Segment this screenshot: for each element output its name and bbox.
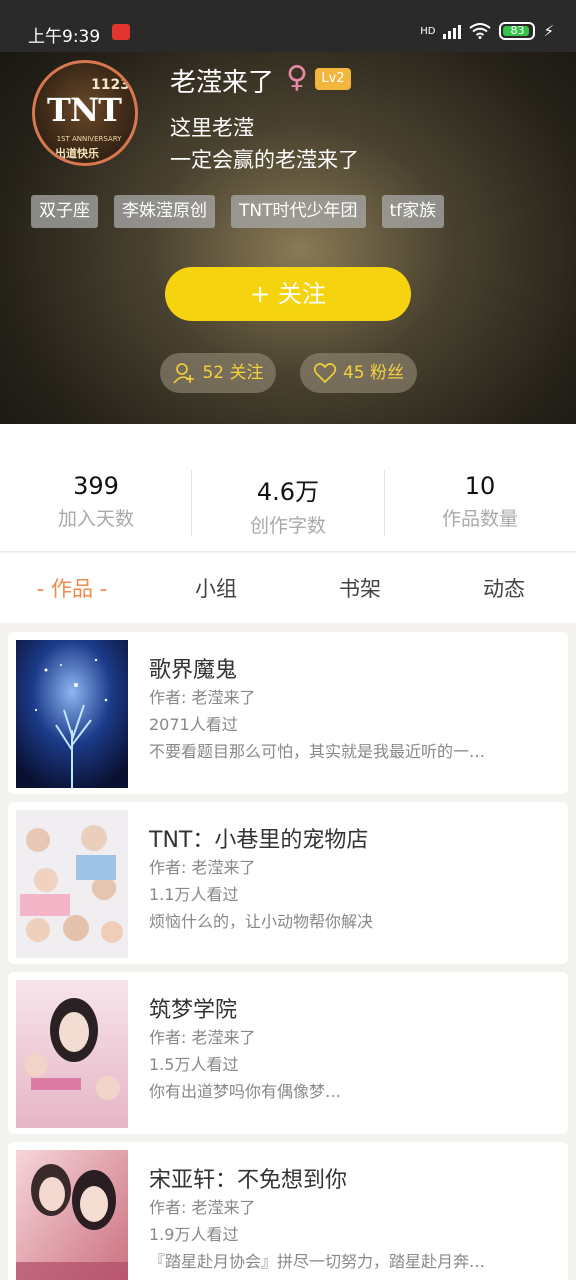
stat-label: 加入天数 — [57, 508, 134, 530]
tag[interactable]: TNT时代少年团 — [231, 195, 366, 228]
status-time: 上午9:39 — [28, 27, 101, 47]
work-author: 作者: 老滢来了 — [149, 1198, 256, 1217]
following-count-button[interactable]: 52 关注 — [160, 353, 276, 393]
work-author: 作者: 老滢来了 — [149, 858, 256, 877]
stat-works-count: 10 作品数量 — [384, 472, 576, 531]
battery-icon: 83 — [499, 22, 536, 40]
fans-count: 45 粉丝 — [342, 363, 405, 383]
app-notification-icon — [112, 24, 130, 40]
tab-works[interactable]: - 作品 - — [0, 573, 144, 603]
work-item[interactable]: 歌界魔鬼 作者: 老滢来了 2071人看过 不要看题目那么可怕，其实就是我最近听… — [8, 632, 568, 794]
fans-count-button[interactable]: 45 粉丝 — [300, 353, 417, 393]
work-views: 2071人看过 — [149, 715, 238, 734]
stat-word-count: 4.6万 创作字数 — [192, 472, 384, 538]
avatar[interactable]: 1123 TNT 1ST ANNIVERSARY 出道快乐 — [32, 60, 138, 166]
work-desc: 你有出道梦吗你有偶像梦… — [149, 1082, 342, 1101]
stat-label: 创作字数 — [249, 515, 326, 537]
work-author: 作者: 老滢来了 — [149, 1028, 256, 1047]
tag[interactable]: 双子座 — [31, 195, 98, 228]
work-views: 1.9万人看过 — [149, 1225, 239, 1244]
tab-groups[interactable]: 小组 — [144, 573, 288, 603]
work-title: TNT：小巷里的宠物店 — [149, 828, 369, 853]
bio-line-1: 这里老滢 — [170, 116, 254, 140]
user-name: 老滢来了 — [170, 68, 275, 98]
work-item[interactable]: TNT：小巷里的宠物店 作者: 老滢来了 1.1万人看过 烦恼什么的，让小动物帮… — [8, 802, 568, 964]
follow-button[interactable]: + 关注 — [165, 267, 411, 321]
cover-image — [16, 810, 128, 958]
work-views: 1.1万人看过 — [149, 885, 239, 904]
cover-image — [16, 640, 128, 788]
heart-icon — [313, 363, 337, 384]
stat-label: 作品数量 — [441, 508, 518, 530]
add-user-icon — [173, 363, 195, 384]
stat-value: 399 — [73, 472, 119, 500]
tag-list: 双子座 李姝滢原创 TNT时代少年团 tf家族 — [31, 195, 445, 228]
stat-value: 4.6万 — [256, 478, 320, 506]
avatar-caption: 出道快乐 — [55, 147, 99, 160]
stat-divider — [191, 470, 192, 536]
hd-label: HD — [420, 25, 436, 37]
work-views: 1.5万人看过 — [149, 1055, 239, 1074]
work-item[interactable]: 宋亚轩：不免想到你 作者: 老滢来了 1.9万人看过 『踏星赴月协会』拼尽一切努… — [8, 1142, 568, 1280]
level-badge: Lv2 — [315, 68, 351, 90]
tab-bar: - 作品 - 小组 书架 动态 — [0, 553, 576, 623]
tag[interactable]: tf家族 — [381, 195, 445, 228]
wifi-icon — [469, 23, 492, 39]
signal-icon — [443, 23, 462, 39]
tab-activity[interactable]: 动态 — [432, 573, 576, 603]
status-bar: 上午9:39 HD 83 ⚡ — [0, 0, 576, 52]
work-item[interactable]: 筑梦学院 作者: 老滢来了 1.5万人看过 你有出道梦吗你有偶像梦… — [8, 972, 568, 1134]
avatar-logo: TNT — [47, 91, 122, 129]
stat-value: 10 — [464, 472, 496, 500]
tag[interactable]: 李姝滢原创 — [114, 195, 215, 228]
profile-header: 上午9:39 HD 83 ⚡ 1123 TNT 1ST ANNIVERSARY … — [0, 0, 576, 424]
work-title: 筑梦学院 — [149, 998, 238, 1023]
work-author: 作者: 老滢来了 — [149, 688, 256, 707]
stats-bar: 399 加入天数 4.6万 创作字数 10 作品数量 — [0, 424, 576, 552]
status-icons: HD 83 ⚡ — [420, 22, 554, 40]
work-title: 歌界魔鬼 — [149, 658, 238, 683]
cover-image — [16, 1150, 128, 1280]
following-count: 52 关注 — [202, 363, 264, 383]
stat-join-days: 399 加入天数 — [0, 472, 192, 531]
charging-icon: ⚡ — [543, 22, 554, 40]
work-desc: 不要看题目那么可怕，其实就是我最近听的一… — [149, 742, 486, 761]
work-title: 宋亚轩：不免想到你 — [149, 1168, 348, 1193]
avatar-subtitle: 1ST ANNIVERSARY — [56, 135, 122, 143]
bio-line-2: 一定会赢的老滢来了 — [170, 148, 359, 172]
tab-bookshelf[interactable]: 书架 — [288, 573, 432, 603]
cover-image — [16, 980, 128, 1128]
female-icon: ♀ — [286, 60, 308, 95]
work-desc: 烦恼什么的，让小动物帮你解决 — [149, 912, 374, 931]
stat-divider — [384, 470, 385, 536]
work-desc: 『踏星赴月协会』拼尽一切努力，踏星赴月奔… — [149, 1252, 486, 1271]
